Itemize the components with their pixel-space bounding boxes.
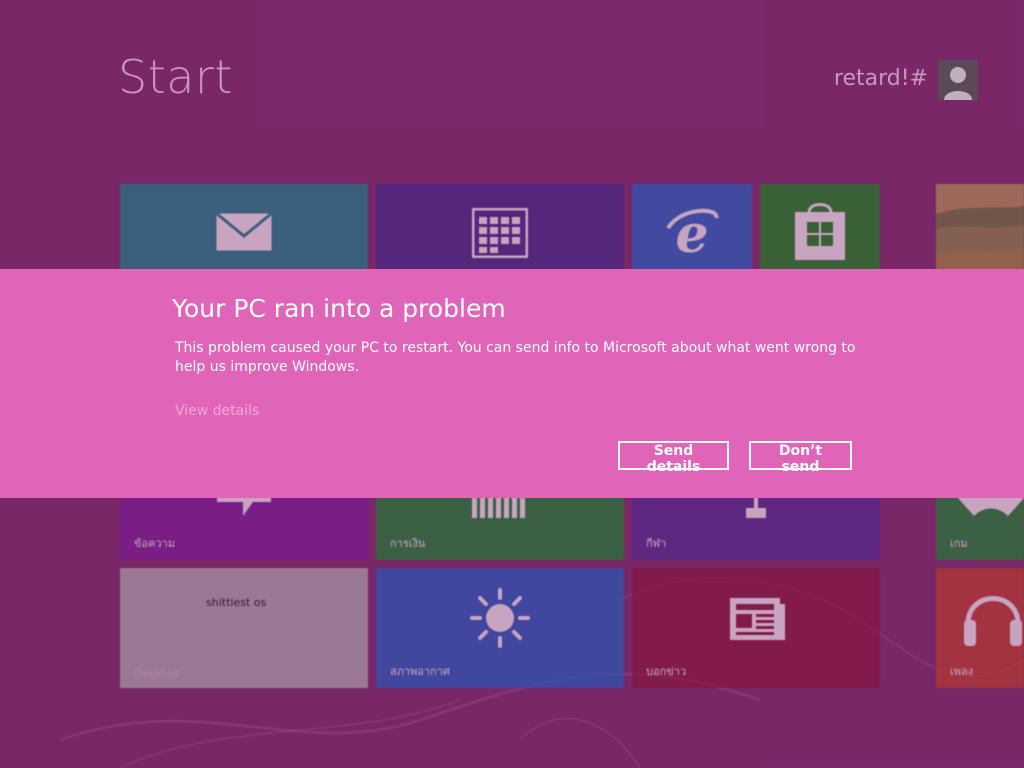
- dialog-message: This problem caused your PC to restart. …: [175, 340, 856, 375]
- dont-send-button[interactable]: Don’t send: [749, 441, 852, 475]
- send-details-button[interactable]: Send details: [618, 441, 729, 475]
- error-dialog: Your PC ran into a problem This problem …: [0, 269, 1024, 498]
- dialog-title: Your PC ran into a problem: [172, 294, 506, 323]
- view-details-link[interactable]: View details: [175, 403, 259, 419]
